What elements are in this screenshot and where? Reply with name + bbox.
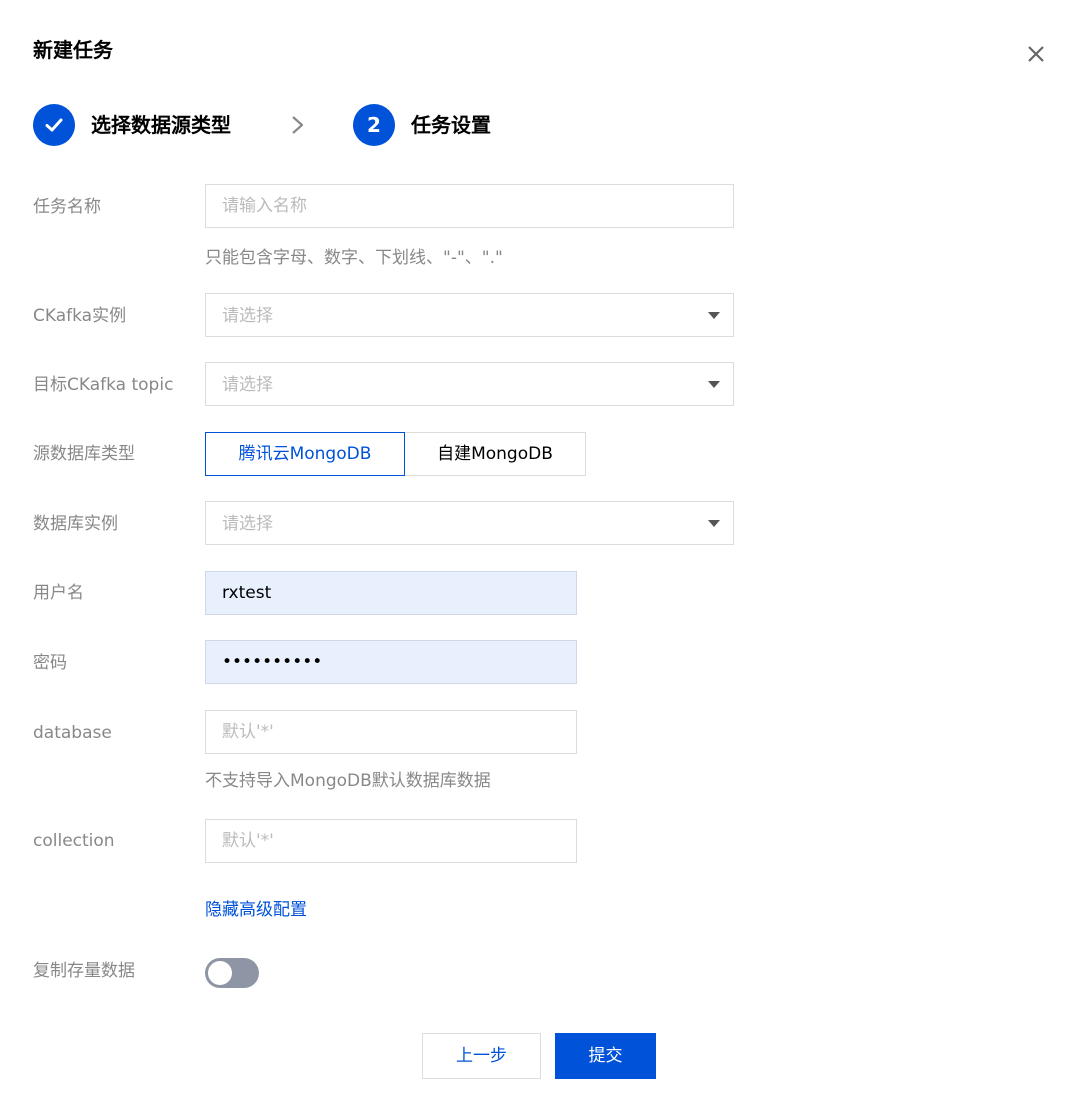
previous-step-button[interactable]: 上一步 — [422, 1033, 541, 1079]
task-name-input[interactable] — [205, 184, 734, 228]
create-task-dialog: 新建任务 选择数据源类型 2 任务设置 任务名称 只能包含字母、数字、下划线、"… — [0, 0, 1080, 1115]
caret-down-icon — [708, 312, 720, 319]
database-input[interactable] — [205, 710, 577, 754]
step-indicator: 选择数据源类型 2 任务设置 — [33, 103, 733, 147]
task-name-hint: 只能包含字母、数字、下划线、"-"、"." — [205, 248, 503, 268]
target-topic-placeholder: 请选择 — [222, 375, 273, 395]
hide-advanced-config-link[interactable]: 隐藏高级配置 — [205, 898, 307, 922]
submit-button[interactable]: 提交 — [555, 1033, 656, 1079]
database-label: database — [33, 723, 112, 743]
password-input[interactable] — [205, 640, 577, 684]
username-input[interactable] — [205, 571, 577, 615]
close-icon — [1028, 46, 1044, 62]
db-instance-placeholder: 请选择 — [222, 514, 273, 534]
password-label: 密码 — [33, 653, 67, 673]
self-built-mongodb-option[interactable]: 自建MongoDB — [404, 432, 586, 476]
step-1-check-icon — [33, 104, 75, 146]
tencent-mongodb-option[interactable]: 腾讯云MongoDB — [205, 432, 405, 476]
collection-input[interactable] — [205, 819, 577, 863]
collection-label: collection — [33, 831, 115, 851]
target-topic-label: 目标CKafka topic — [33, 375, 174, 395]
target-topic-select[interactable]: 请选择 — [205, 362, 734, 406]
task-name-label: 任务名称 — [33, 197, 101, 217]
step-2-number: 2 — [353, 104, 395, 146]
username-label: 用户名 — [33, 583, 84, 603]
ckafka-instance-label: CKafka实例 — [33, 306, 127, 326]
toggle-knob — [208, 961, 232, 985]
caret-down-icon — [708, 520, 720, 527]
ckafka-instance-select[interactable]: 请选择 — [205, 293, 734, 337]
dialog-title: 新建任务 — [33, 38, 113, 62]
source-db-type-label: 源数据库类型 — [33, 444, 135, 464]
close-button[interactable] — [1020, 38, 1052, 70]
step-1-label: 选择数据源类型 — [91, 113, 231, 137]
chevron-right-icon — [292, 116, 304, 134]
copy-existing-data-label: 复制存量数据 — [33, 961, 135, 981]
step-2-label: 任务设置 — [411, 113, 491, 137]
database-hint: 不支持导入MongoDB默认数据库数据 — [205, 771, 491, 791]
db-instance-select[interactable]: 请选择 — [205, 501, 734, 545]
ckafka-instance-placeholder: 请选择 — [222, 306, 273, 326]
source-db-type-selector: 腾讯云MongoDB 自建MongoDB — [205, 432, 586, 476]
db-instance-label: 数据库实例 — [33, 514, 118, 534]
caret-down-icon — [708, 381, 720, 388]
copy-existing-data-toggle[interactable] — [205, 958, 259, 988]
